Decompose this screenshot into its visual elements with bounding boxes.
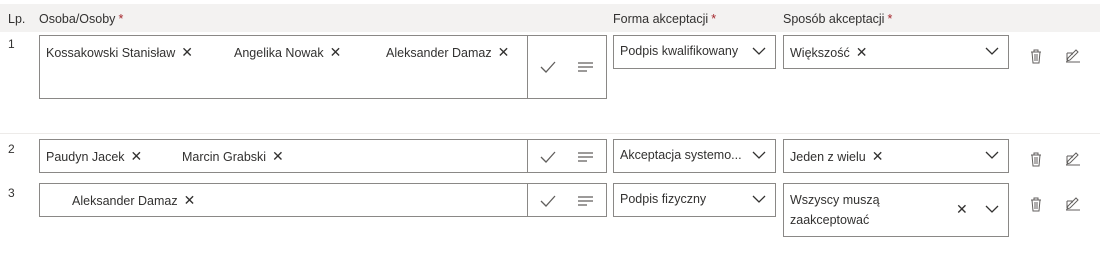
trash-icon[interactable] [1028,196,1044,212]
person-name: Aleksander Damaz [386,46,492,60]
form-value: Akceptacja systemo... [620,148,742,162]
close-icon[interactable]: ✕ [498,44,510,60]
method-dropdown[interactable]: Jeden z wielu ✕ [783,139,1009,173]
header-method: Sposób akceptacji * [783,12,892,26]
close-icon[interactable]: ✕ [330,44,342,60]
person-pill: Aleksander Damaz ✕ [386,44,509,61]
person-name: Kossakowski Stanisław [46,46,176,60]
persons-actions [527,139,607,173]
lines-icon[interactable] [578,61,593,73]
row-number: 1 [8,37,15,51]
close-icon[interactable]: ✕ [184,192,196,208]
chevron-down-icon [752,47,766,55]
method-value-line1: Wszyscy muszą [790,193,880,207]
form-dropdown[interactable]: Akceptacja systemo... [613,139,776,173]
header-persons: Osoba/Osoby * [39,12,123,26]
trash-icon[interactable] [1028,48,1044,64]
person-name: Angelika Nowak [234,46,324,60]
close-icon[interactable]: ✕ [181,44,193,60]
persons-actions [527,183,607,217]
method-dropdown[interactable]: Większość ✕ [783,35,1009,69]
person-name: Aleksander Damaz [72,194,178,208]
header-form-label: Forma akceptacji [613,12,709,26]
header-method-label: Sposób akceptacji [783,12,885,26]
row-divider [0,133,1100,134]
required-mark: * [887,12,893,26]
lines-icon[interactable] [578,195,593,207]
close-icon[interactable]: ✕ [956,201,968,218]
method-pill: Większość ✕ [790,44,867,61]
method-pill: Jeden z wielu ✕ [790,148,883,165]
form-dropdown[interactable]: Podpis kwalifikowany [613,35,776,69]
form-dropdown[interactable]: Podpis fizyczny [613,183,776,217]
method-value: Większość [790,46,850,60]
header-form: Forma akceptacji * [613,12,716,26]
persons-picker[interactable]: Kossakowski Stanisław ✕ Angelika Nowak ✕ A… [39,35,528,99]
chevron-down-icon [985,205,999,213]
close-icon[interactable]: ✕ [856,44,868,60]
table-header: Lp. Osoba/Osoby * Forma akceptacji * Sposó… [0,0,1100,32]
person-pill: Marcin Grabski ✕ [182,148,284,165]
header-band [0,4,1100,32]
trash-icon[interactable] [1028,151,1044,167]
row-number: 2 [8,142,15,156]
required-mark: * [711,12,717,26]
method-value-line2: zaakceptować [790,213,870,227]
required-mark: * [118,12,124,26]
row-number: 3 [8,186,15,200]
chevron-down-icon [752,195,766,203]
person-name: Marcin Grabski [182,150,267,164]
persons-picker[interactable]: Paudyn Jacek ✕ Marcin Grabski ✕ [39,139,528,173]
header-persons-label: Osoba/Osoby [39,12,116,26]
checkmark-icon[interactable] [540,60,556,74]
form-value: Podpis kwalifikowany [620,44,739,58]
close-icon[interactable]: ✕ [131,148,143,164]
edit-icon[interactable] [1065,48,1081,64]
lines-icon[interactable] [578,151,593,163]
method-value: Jeden z wielu [790,150,866,164]
person-pill: Angelika Nowak ✕ [234,44,341,61]
chevron-down-icon [985,151,999,159]
person-pill: Kossakowski Stanisław ✕ [46,44,193,61]
close-icon[interactable]: ✕ [272,148,284,164]
persons-actions [527,35,607,99]
header-lp: Lp. [8,12,26,26]
person-pill: Paudyn Jacek ✕ [46,148,142,165]
persons-picker[interactable]: Aleksander Damaz ✕ [39,183,528,217]
form-value: Podpis fizyczny [620,192,707,206]
chevron-down-icon [752,151,766,159]
method-dropdown[interactable]: Wszyscy muszą zaakceptować ✕ [783,183,1009,237]
close-icon[interactable]: ✕ [872,148,884,164]
checkmark-icon[interactable] [540,194,556,208]
checkmark-icon[interactable] [540,150,556,164]
person-pill: Aleksander Damaz ✕ [72,192,195,209]
edit-icon[interactable] [1065,196,1081,212]
person-name: Paudyn Jacek [46,150,125,164]
chevron-down-icon [985,47,999,55]
edit-icon[interactable] [1065,151,1081,167]
